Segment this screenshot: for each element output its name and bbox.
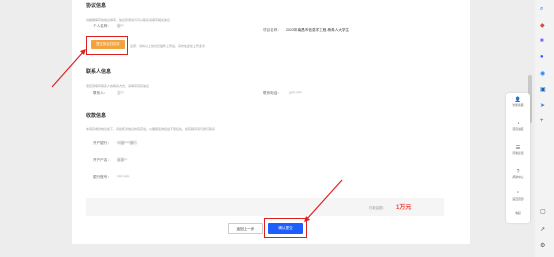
outlook-icon[interactable]: ▣ bbox=[540, 86, 546, 93]
circle-app-icon[interactable]: ◉ bbox=[540, 70, 545, 77]
panel-item-label: 智能客服 bbox=[512, 103, 524, 107]
panel-item-label: 帮助中心 bbox=[512, 175, 524, 179]
floating-tool-panel: 👤 智能客服 ◔ 项目进度 ☰ 问题反馈 ? 帮助中心 ⌃ 返回顶部 收起 bbox=[506, 93, 530, 223]
external-link-icon[interactable]: ↗ bbox=[540, 226, 545, 233]
gear-icon[interactable]: ⚙ bbox=[540, 242, 545, 249]
panel-collapse-label: 收起 bbox=[515, 211, 521, 215]
browser-edge-sidebar bbox=[535, 0, 554, 257]
panel-item-label: 问题反馈 bbox=[512, 151, 524, 155]
panel-item-service[interactable]: 👤 智能客服 bbox=[506, 97, 530, 107]
user-icon[interactable]: ● bbox=[540, 54, 544, 60]
panel-item-help[interactable]: ? 帮助中心 bbox=[506, 169, 530, 179]
panel-item-label: 项目进度 bbox=[512, 127, 524, 131]
panel-item-progress[interactable]: ◔ 项目进度 bbox=[506, 121, 530, 131]
send-icon[interactable]: ➤ bbox=[540, 102, 545, 109]
arrow-to-upload bbox=[51, 50, 85, 88]
add-icon[interactable]: + bbox=[540, 118, 544, 124]
tag-icon[interactable]: ◆ bbox=[540, 22, 545, 29]
panel-item-label: 返回顶部 bbox=[512, 197, 524, 201]
panel-item-top[interactable]: ⌃ 返回顶部 bbox=[506, 191, 530, 201]
window-icon[interactable]: ▢ bbox=[540, 208, 546, 215]
arrow-to-confirm bbox=[305, 179, 343, 221]
annotation-arrows bbox=[51, 49, 343, 222]
search-icon[interactable]: ⌕ bbox=[540, 6, 543, 13]
panel-item-feedback[interactable]: ☰ 问题反馈 bbox=[506, 145, 530, 155]
briefcase-icon[interactable]: ■ bbox=[540, 38, 544, 44]
panel-collapse-button[interactable]: 收起 bbox=[506, 211, 530, 215]
